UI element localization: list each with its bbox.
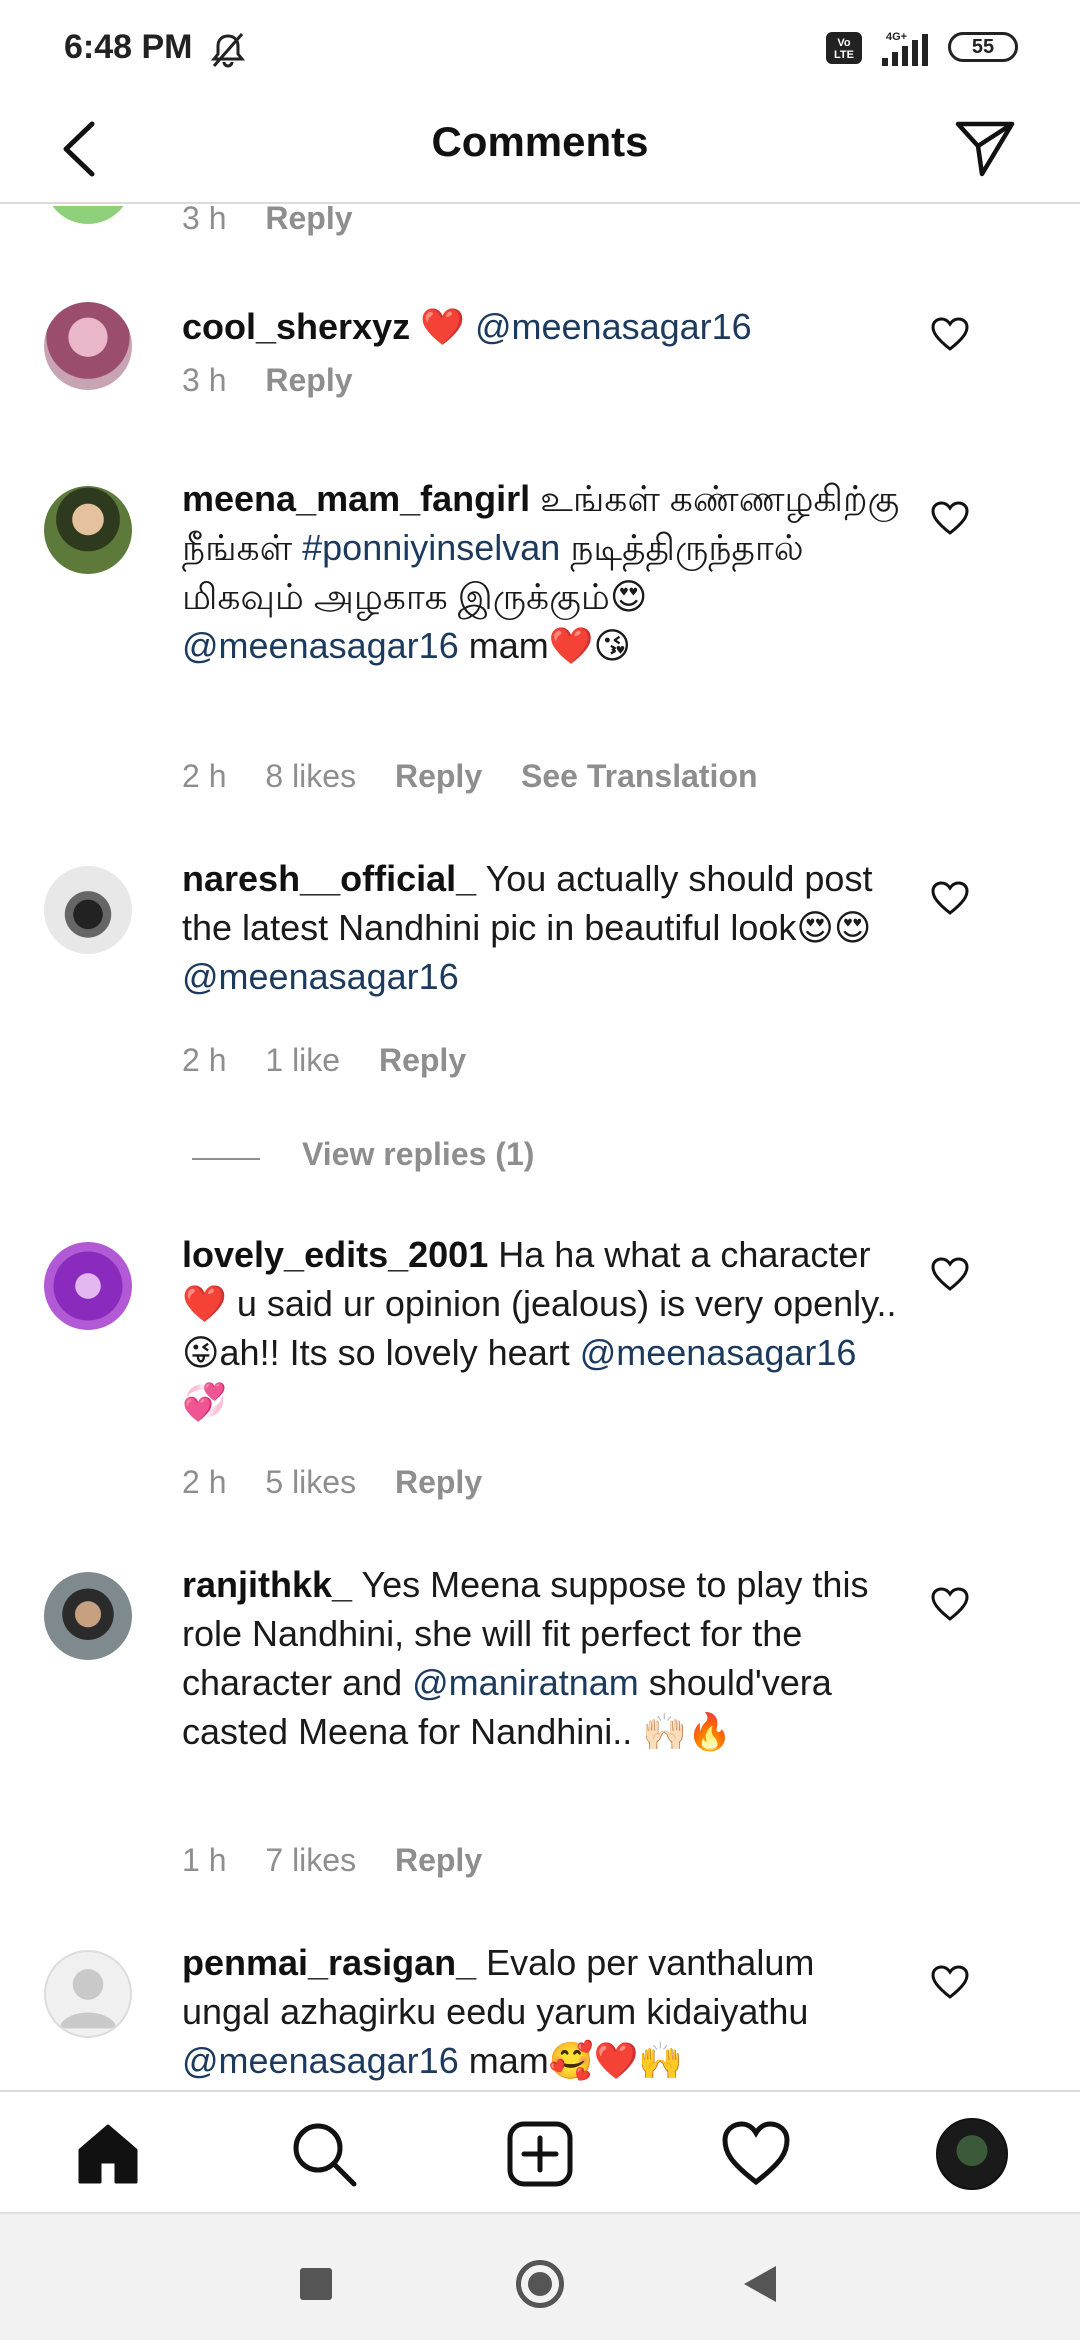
avatar[interactable]	[44, 1950, 132, 2038]
reply-button[interactable]: Reply	[379, 1042, 466, 1078]
hashtag-link[interactable]: #ponniyinselvan	[302, 527, 560, 568]
comment-username[interactable]: penmai_rasigan_	[182, 1942, 476, 1983]
avatar[interactable]	[44, 206, 132, 224]
mention-link[interactable]: @meenasagar16	[182, 956, 459, 997]
recent-apps-icon[interactable]	[300, 2268, 332, 2300]
comment-meta: 2 h 1 like Reply	[182, 1042, 496, 1079]
avatar[interactable]	[44, 1572, 132, 1660]
likes-count[interactable]: 1 like	[265, 1042, 340, 1078]
comment-body: ❤️	[420, 306, 475, 347]
view-replies-button[interactable]: View replies (1)	[302, 1136, 534, 1173]
mention-link[interactable]: @meenasagar16	[475, 306, 752, 347]
comment-username[interactable]: cool_sherxyz	[182, 306, 410, 347]
avatar[interactable]	[44, 486, 132, 574]
reply-button[interactable]: Reply	[395, 1842, 482, 1878]
likes-count[interactable]: 7 likes	[265, 1842, 356, 1878]
comment-time: 2 h	[182, 1464, 227, 1500]
comment-time: 3 h	[182, 362, 227, 398]
comment-username[interactable]: naresh__official_	[182, 858, 476, 899]
avatar[interactable]	[44, 302, 132, 390]
comment-text: meena_mam_fangirl உங்கள் கண்ணழகிற்கு நீங…	[182, 474, 902, 670]
profile-avatar[interactable]	[936, 2118, 1008, 2190]
send-icon[interactable]	[952, 114, 1018, 180]
comment-text: lovely_edits_2001 Ha ha what a character…	[182, 1230, 902, 1426]
reply-button[interactable]: Reply	[265, 362, 352, 398]
comment-time: 3 h	[182, 206, 227, 236]
comment-meta: 1 h 7 likes Reply	[182, 1842, 512, 1879]
new-post-icon[interactable]	[504, 2118, 576, 2190]
default-avatar-icon	[59, 1969, 117, 2029]
bottom-navigation	[0, 2090, 1080, 2210]
like-heart-icon[interactable]	[930, 1964, 970, 2000]
notifications-muted-icon	[210, 33, 246, 68]
like-heart-icon[interactable]	[930, 1586, 970, 1622]
like-heart-icon[interactable]	[930, 500, 970, 536]
comment-username[interactable]: ranjithkk_	[182, 1564, 352, 1605]
comment-username[interactable]: meena_mam_fangirl	[182, 478, 530, 519]
mention-link[interactable]: @meenasagar16	[182, 625, 459, 666]
comment-username[interactable]: lovely_edits_2001	[182, 1234, 488, 1275]
page-title: Comments	[431, 118, 649, 165]
battery-icon: 55	[948, 32, 1018, 62]
comment-meta: 2 h 8 likes Reply See Translation	[182, 758, 788, 795]
like-heart-icon[interactable]	[930, 316, 970, 352]
comment-meta: 3 h Reply	[182, 206, 383, 237]
comment-text: penmai_rasigan_ Evalo per vanthalum unga…	[182, 1938, 902, 2085]
comment-body: 💞	[182, 1381, 227, 1422]
activity-heart-icon[interactable]	[720, 2118, 792, 2190]
comment-text: cool_sherxyz ❤️ @meenasagar16	[182, 302, 902, 351]
comment-text: naresh__official_ You actually should po…	[182, 854, 902, 1001]
like-heart-icon[interactable]	[930, 880, 970, 916]
network-type-label: 4G+	[886, 31, 907, 43]
home-button-icon[interactable]	[516, 2260, 564, 2308]
avatar[interactable]	[44, 866, 132, 954]
view-replies-divider	[192, 1158, 260, 1160]
volte-icon: Vo LTE	[826, 32, 862, 64]
comment-time: 2 h	[182, 758, 227, 794]
system-navigation-bar	[0, 2212, 1080, 2340]
reply-button[interactable]: Reply	[395, 758, 482, 794]
comments-header: Comments	[0, 96, 1080, 204]
reply-button[interactable]: Reply	[395, 1464, 482, 1500]
search-icon[interactable]	[288, 2118, 360, 2190]
mention-link[interactable]: @meenasagar16	[182, 2040, 459, 2081]
comment-meta: 2 h 5 likes Reply	[182, 1464, 512, 1501]
signal-icon: 4G+	[882, 31, 928, 66]
comment-body: mam❤️😘	[458, 625, 632, 666]
mention-link[interactable]: @meenasagar16	[580, 1332, 857, 1373]
likes-count[interactable]: 8 likes	[265, 758, 356, 794]
reply-button[interactable]: Reply	[265, 206, 352, 236]
comments-list[interactable]: 3 h Reply cool_sherxyz ❤️ @meenasagar16 …	[0, 206, 1080, 2090]
comment-body: mam🥰❤️🙌	[458, 2040, 684, 2081]
status-time: 6:48 PM	[64, 28, 193, 66]
mention-link[interactable]: @maniratnam	[412, 1662, 639, 1703]
see-translation-button[interactable]: See Translation	[521, 758, 758, 794]
status-bar: 6:48 PM Vo LTE 4G+ 55	[0, 0, 1080, 96]
likes-count[interactable]: 5 likes	[265, 1464, 356, 1500]
comment-time: 1 h	[182, 1842, 227, 1878]
comment-time: 2 h	[182, 1042, 227, 1078]
system-back-icon[interactable]	[744, 2266, 776, 2302]
home-icon[interactable]	[72, 2118, 144, 2190]
comment-meta: 3 h Reply	[182, 362, 383, 399]
avatar[interactable]	[44, 1242, 132, 1330]
comment-text: ranjithkk_ Yes Meena suppose to play thi…	[182, 1560, 902, 1756]
like-heart-icon[interactable]	[930, 1256, 970, 1292]
